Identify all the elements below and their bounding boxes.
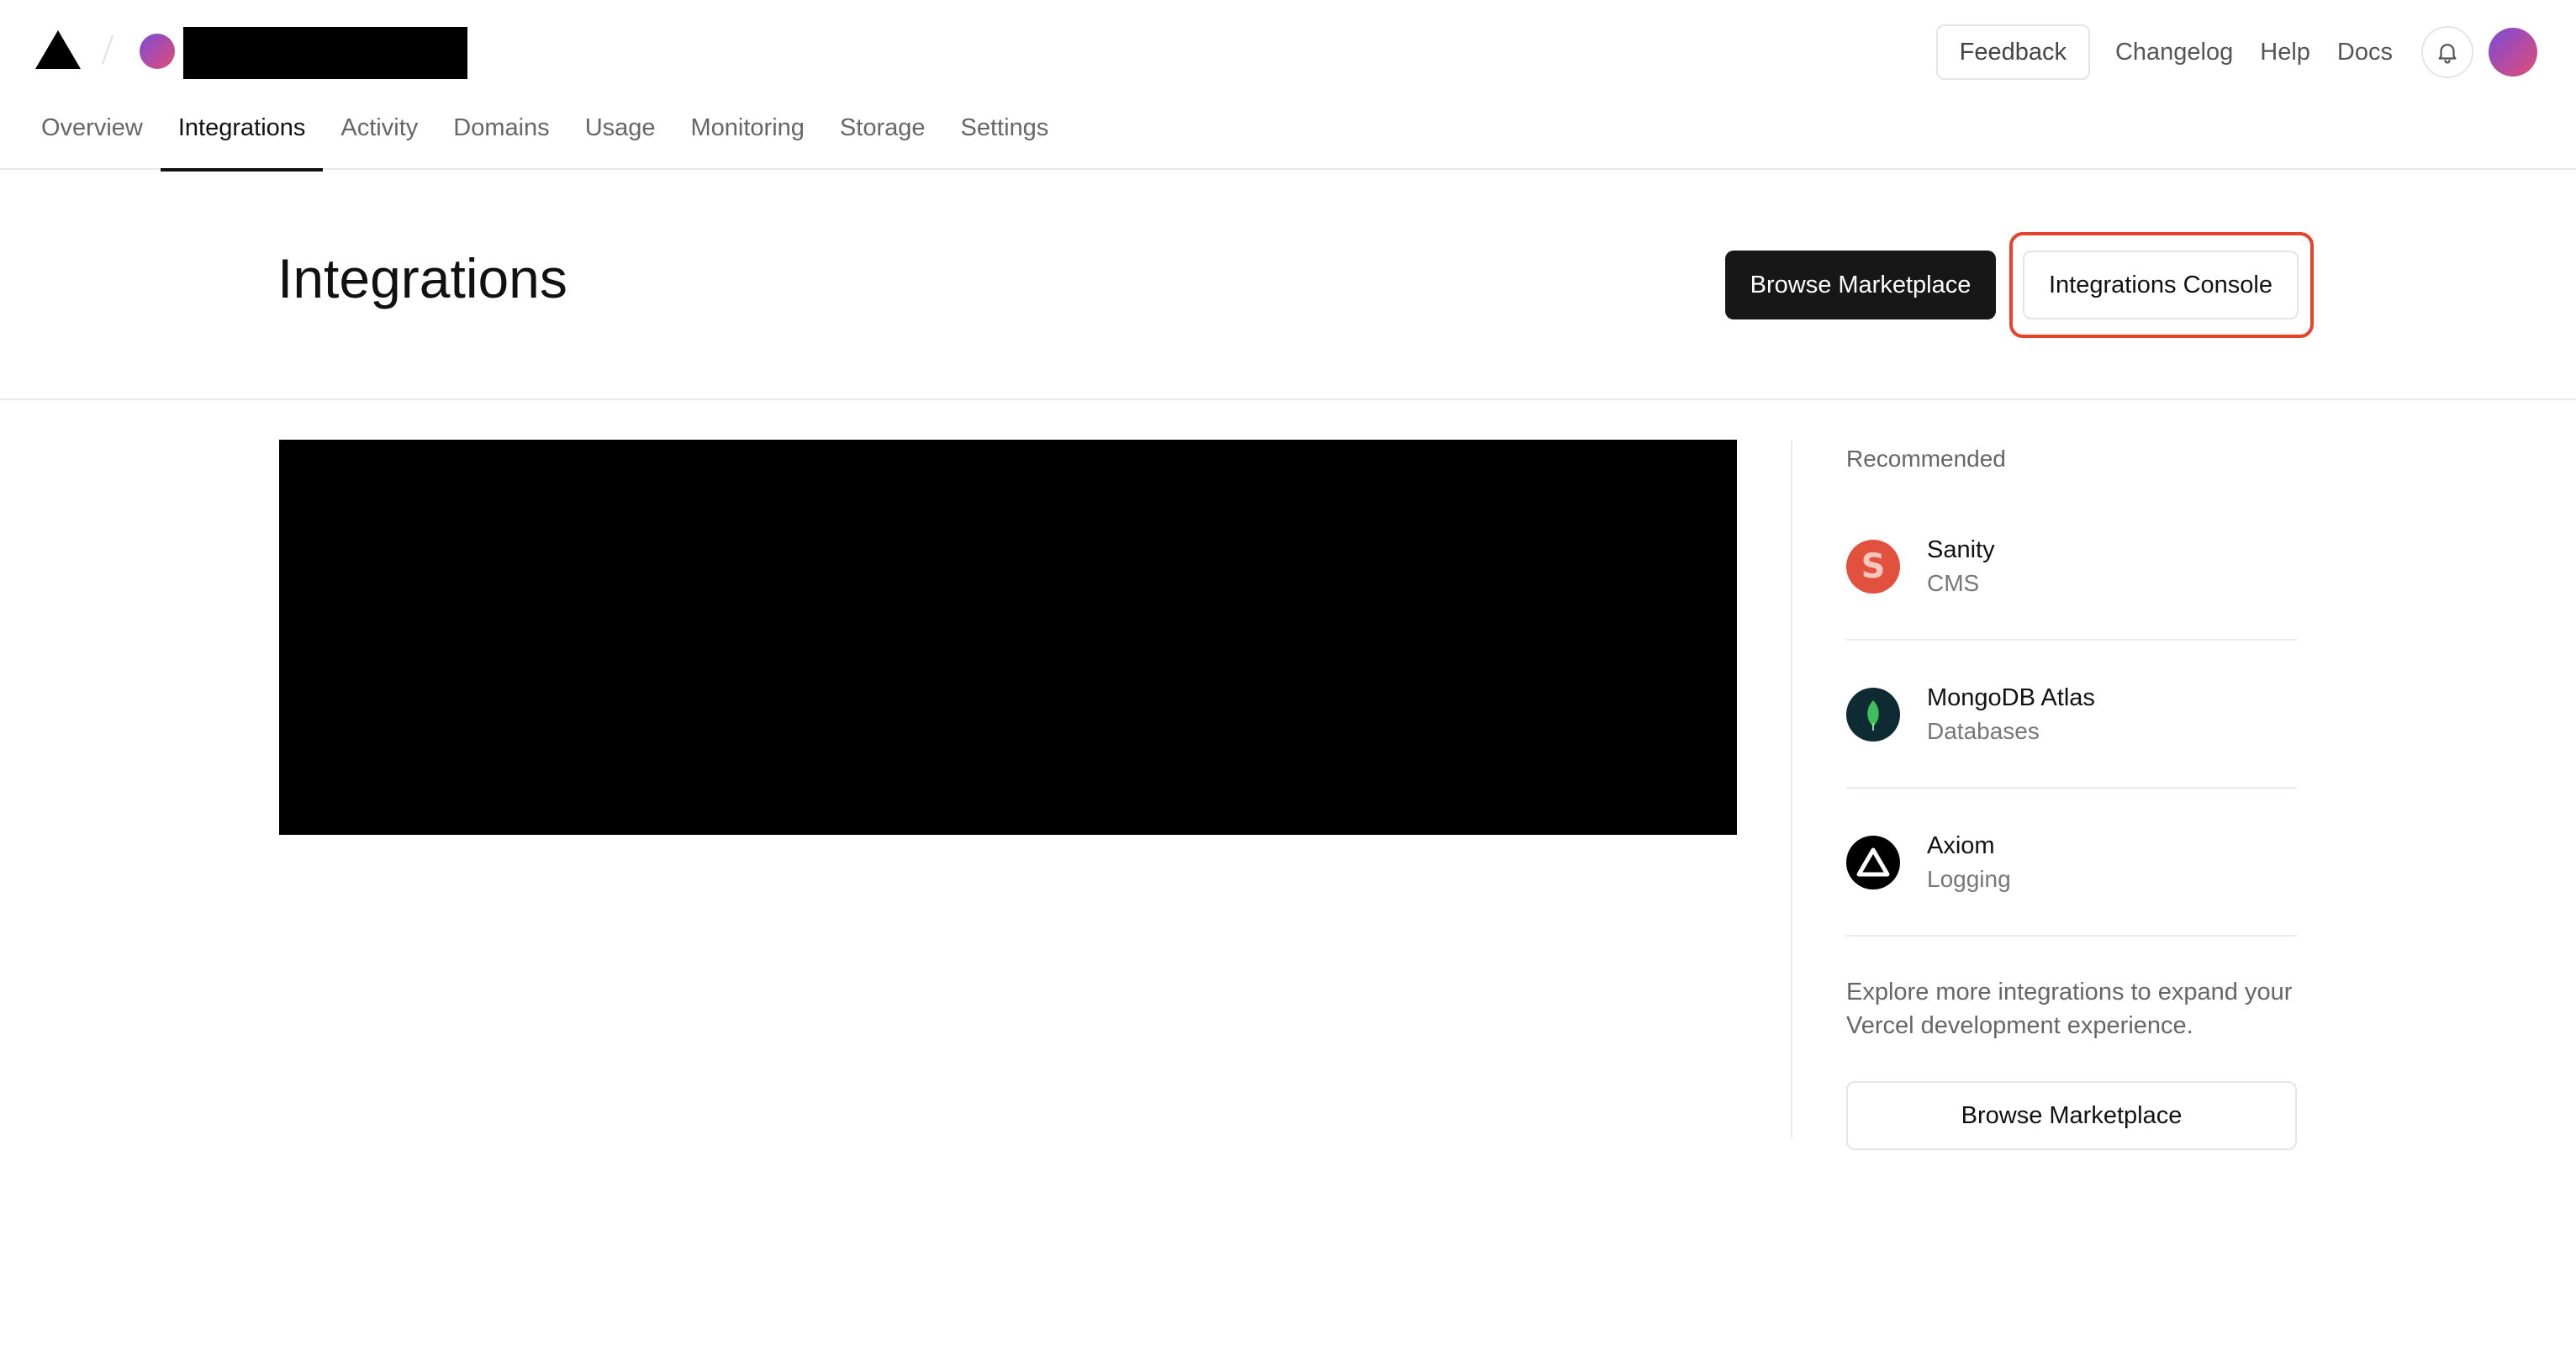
integration-category: Logging [1927,866,2011,892]
recommended-item-sanity[interactable]: S Sanity CMS [1846,493,2297,641]
recommended-heading: Recommended [1846,446,2006,472]
docs-link[interactable]: Docs [2337,39,2393,66]
page-header: Integrations Browse Marketplace Integrat… [0,170,2576,400]
user-avatar[interactable] [2489,28,2537,77]
browse-marketplace-button[interactable]: Browse Marketplace [1725,251,1996,319]
breadcrumb-separator-icon [102,34,113,65]
header-actions: Feedback Changelog Help Docs [1935,24,2537,81]
page-title: Integrations [277,247,567,309]
recommended-item-axiom[interactable]: Axiom Logging [1846,789,2297,937]
tab-monitoring[interactable]: Monitoring [673,99,822,170]
recommended-panel: Recommended S Sanity CMS MongoDB Atlas D… [1846,441,2297,1150]
integration-category: Databases [1927,718,2040,744]
tab-domains[interactable]: Domains [435,99,567,170]
team-avatar[interactable] [140,34,175,69]
integration-name: MongoDB Atlas [1927,684,2095,711]
vercel-logo-icon[interactable] [35,30,81,69]
top-header: Feedback Changelog Help Docs Overview In… [0,0,2576,172]
axiom-icon [1846,836,1900,889]
tab-storage[interactable]: Storage [822,99,943,170]
tab-overview[interactable]: Overview [24,99,161,170]
recommended-item-mongodb[interactable]: MongoDB Atlas Databases [1846,641,2297,789]
team-name-redacted[interactable] [183,27,467,79]
feedback-button[interactable]: Feedback [1935,24,2090,80]
tab-settings[interactable]: Settings [943,99,1067,170]
sanity-icon: S [1846,540,1900,594]
help-link[interactable]: Help [2260,39,2310,66]
changelog-link[interactable]: Changelog [2115,39,2233,66]
integrations-console-button[interactable]: Integrations Console [2023,251,2299,319]
explore-text: Explore more integrations to expand your… [1846,979,2293,1039]
browse-marketplace-secondary-button[interactable]: Browse Marketplace [1846,1081,2297,1150]
mongodb-icon [1846,688,1900,742]
tab-activity[interactable]: Activity [323,99,435,170]
project-tabs: Overview Integrations Activity Domains U… [24,99,1067,172]
integrations-list-redacted [279,440,1737,835]
integration-name: Axiom [1927,832,1995,859]
integration-name: Sanity [1927,536,1995,563]
bell-icon [2438,44,2457,64]
notifications-button[interactable] [2421,26,2473,78]
vertical-divider [1791,441,1792,1138]
integration-category: CMS [1927,570,1980,596]
tab-integrations[interactable]: Integrations [160,99,324,172]
tab-usage[interactable]: Usage [567,99,673,170]
